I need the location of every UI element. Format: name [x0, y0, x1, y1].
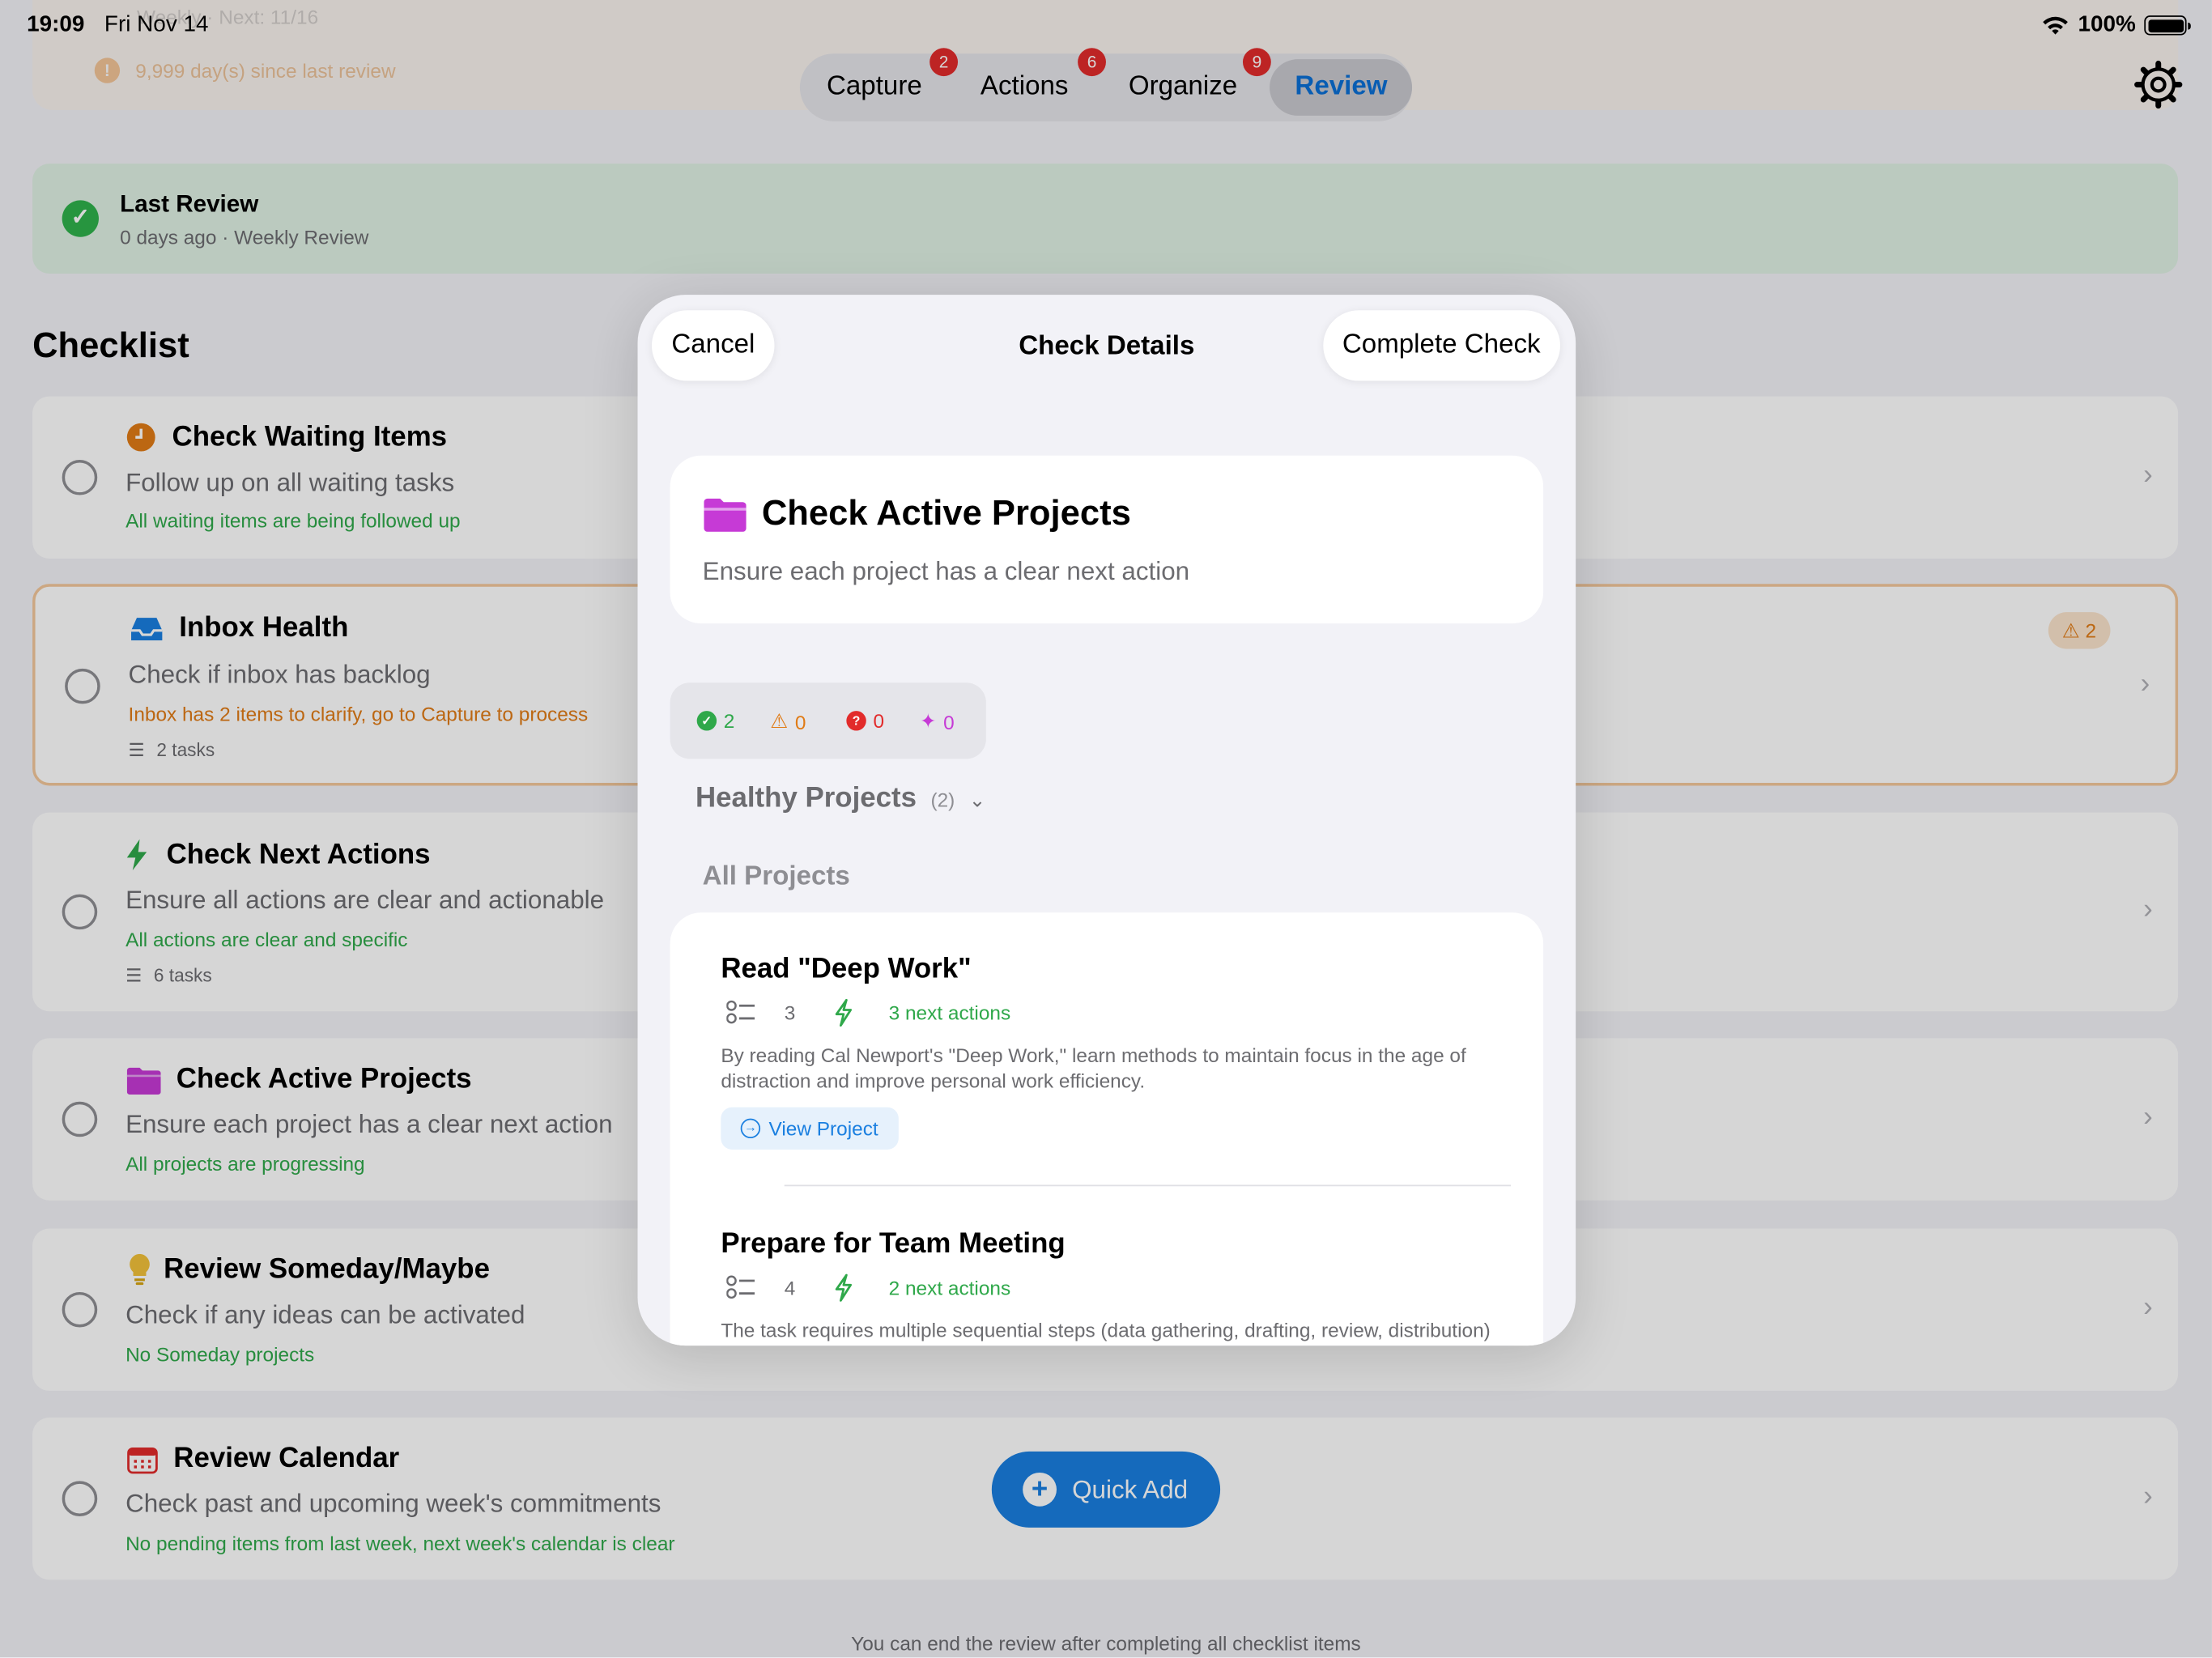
project-row[interactable]: Read "Deep Work" 3 3 next actions By rea… — [721, 954, 1511, 1150]
error-count: 0 — [873, 709, 885, 733]
check-description: Ensure each project has a clear next act… — [702, 557, 1190, 586]
checkmark-icon: ✓ — [696, 711, 717, 731]
next-actions-count: 3 next actions — [888, 1001, 1011, 1024]
projects-list: Read "Deep Work" 3 3 next actions By rea… — [670, 912, 1544, 1346]
bolt-icon — [835, 1273, 853, 1302]
complete-check-button[interactable]: Complete Check — [1322, 310, 1560, 381]
project-title: Prepare for Team Meeting — [721, 1228, 1066, 1260]
healthy-projects-count: (2) — [930, 788, 955, 811]
chevron-down-icon: ⌄ — [968, 788, 986, 811]
healthy-projects-disclosure[interactable]: Healthy Projects (2) ⌄ — [696, 783, 985, 815]
healthy-stat: ✓ 2 — [696, 709, 735, 733]
warning-icon: ⚠ — [770, 709, 789, 733]
project-description: The task requires multiple sequential st… — [721, 1319, 1491, 1346]
view-project-button[interactable]: → View Project — [721, 1107, 899, 1150]
view-project-label: View Project — [768, 1116, 878, 1140]
checklist-icon — [726, 1275, 755, 1299]
error-stat: ? 0 — [846, 709, 884, 732]
row-divider — [784, 1184, 1512, 1187]
task-count: 4 — [784, 1276, 796, 1299]
sparkle-icon: ✦ — [919, 709, 937, 733]
all-projects-heading: All Projects — [702, 861, 850, 892]
warning-stat: ⚠ 0 — [770, 709, 806, 733]
folder-icon — [704, 498, 747, 532]
project-description: By reading Cal Newport's "Deep Work," le… — [721, 1044, 1466, 1092]
check-title: Check Active Projects — [761, 493, 1131, 534]
bolt-icon — [835, 998, 853, 1027]
arrow-right-circle-icon: → — [740, 1118, 761, 1139]
sparkle-count: 0 — [943, 710, 955, 733]
healthy-count: 2 — [723, 709, 735, 733]
project-row[interactable]: Prepare for Team Meeting 4 2 next action… — [721, 1229, 1511, 1346]
warning-count: 0 — [794, 710, 806, 733]
project-title: Read "Deep Work" — [721, 953, 972, 985]
healthy-projects-label: Healthy Projects — [695, 782, 917, 814]
question-icon: ? — [846, 711, 866, 731]
sparkle-stat: ✦ 0 — [920, 709, 955, 733]
check-summary-card: Check Active Projects Ensure each projec… — [670, 455, 1544, 624]
check-details-sheet: Cancel Check Details Complete Check Chec… — [637, 295, 1576, 1346]
checklist-icon — [726, 1000, 755, 1024]
task-count: 3 — [784, 1001, 796, 1024]
project-status-summary: ✓ 2 ⚠ 0 ? 0 ✦ 0 — [670, 682, 986, 759]
next-actions-count: 2 next actions — [888, 1276, 1011, 1299]
